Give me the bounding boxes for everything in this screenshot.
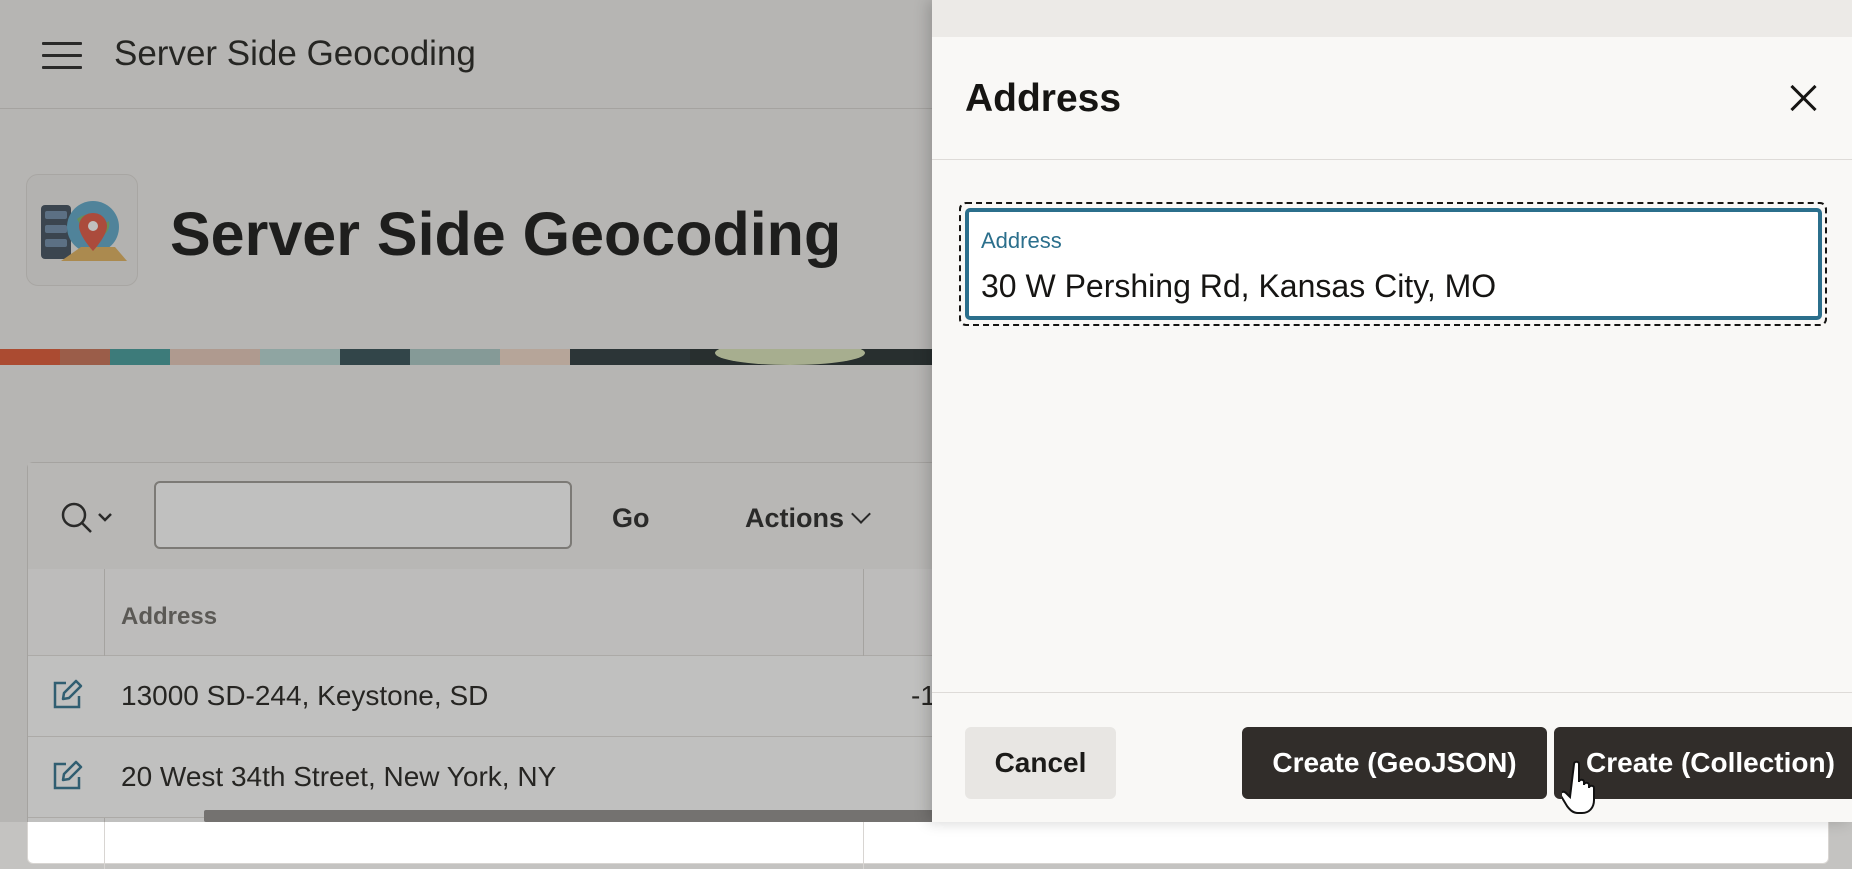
- address-field-label: Address: [981, 228, 1062, 253]
- close-icon[interactable]: [1782, 77, 1826, 121]
- address-field[interactable]: Address 30 W Pershing Rd, Kansas City, M…: [965, 208, 1822, 320]
- address-dialog: Address Address 30 W Pershing Rd, Kansas…: [932, 0, 1852, 822]
- modal-overlay: [0, 0, 932, 822]
- pointer-cursor-icon: [1559, 760, 1602, 816]
- drawer-top-strip: [932, 0, 1852, 37]
- create-geojson-button[interactable]: Create (GeoJSON): [1242, 727, 1547, 799]
- cancel-button[interactable]: Cancel: [965, 727, 1116, 799]
- dialog-header: Address: [932, 37, 1852, 160]
- dialog-footer: Cancel Create (GeoJSON) Create (Collecti…: [932, 692, 1852, 823]
- address-field-value[interactable]: 30 W Pershing Rd, Kansas City, MO: [981, 268, 1496, 305]
- dialog-title: Address: [965, 77, 1122, 120]
